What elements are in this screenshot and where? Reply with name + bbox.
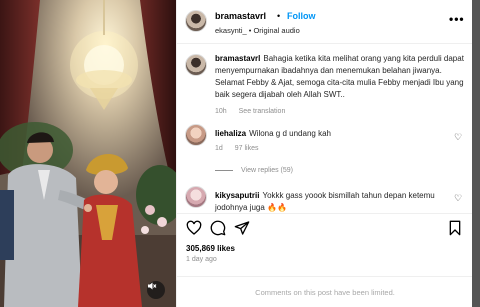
mute-icon: [148, 282, 157, 290]
view-replies-button[interactable]: View replies (59): [215, 167, 293, 174]
share-icon[interactable]: [234, 220, 250, 236]
view-replies-label: View replies (59): [241, 167, 294, 174]
replies-divider: [215, 170, 233, 171]
more-options-icon[interactable]: •••: [449, 12, 465, 26]
comment-like-heart-icon[interactable]: ♡: [454, 132, 462, 143]
wedding-photo: [0, 0, 176, 307]
comment-body: Wilona g d undang kah: [249, 129, 331, 138]
author-avatar[interactable]: [185, 10, 207, 32]
comment-icon[interactable]: [210, 220, 226, 236]
comment-time: 1d: [215, 145, 223, 152]
caption-avatar[interactable]: [185, 54, 207, 76]
comment-likes[interactable]: 97 likes: [235, 145, 259, 152]
see-translation-link[interactable]: See translation: [239, 108, 286, 115]
post-panel: bramastavrl • Follow ekasynti_ • Origina…: [176, 0, 472, 307]
comments-limited-notice: Comments on this post have been limited.: [177, 276, 472, 307]
heart-icon[interactable]: [186, 220, 202, 236]
comments-list[interactable]: bramastavrl Bahagia ketika kita melihat o…: [177, 45, 472, 213]
mute-button[interactable]: [147, 281, 165, 299]
post-dialog: bramastavrl • Follow ekasynti_ • Origina…: [0, 0, 472, 307]
comment-text: kikysaputrii Yokkk gass yoook bismillah t…: [215, 190, 445, 213]
likes-count[interactable]: 305,869 likes: [186, 244, 235, 253]
caption-username[interactable]: bramastavrl: [215, 54, 260, 63]
comment-meta: 1d 97 likes: [215, 145, 268, 152]
caption-time: 10h: [215, 108, 227, 115]
comment-username[interactable]: liehaliza: [215, 129, 246, 138]
post-header: bramastavrl • Follow ekasynti_ • Origina…: [177, 0, 472, 44]
comment-avatar[interactable]: [185, 186, 207, 208]
action-bar: 305,869 likes 1 day ago Comments on this…: [177, 213, 472, 307]
screen-frame: bramastavrl • Follow ekasynti_ • Origina…: [0, 0, 480, 307]
follow-button[interactable]: Follow: [287, 11, 316, 21]
audio-subline[interactable]: ekasynti_ • Original audio: [215, 26, 300, 35]
caption-text: bramastavrl Bahagia ketika kita melihat o…: [215, 53, 465, 101]
comment-text: liehaliza Wilona g d undang kah: [215, 129, 331, 138]
comment-username[interactable]: kikysaputrii: [215, 191, 259, 200]
comment-like-heart-icon[interactable]: ♡: [454, 193, 462, 204]
bookmark-icon[interactable]: [447, 220, 463, 236]
author-username[interactable]: bramastavrl: [215, 11, 266, 21]
caption-meta: 10h See translation: [215, 108, 295, 115]
comment-avatar[interactable]: [185, 124, 207, 146]
post-media[interactable]: [0, 0, 176, 307]
header-separator: •: [277, 11, 281, 21]
post-age: 1 day ago: [186, 256, 217, 263]
